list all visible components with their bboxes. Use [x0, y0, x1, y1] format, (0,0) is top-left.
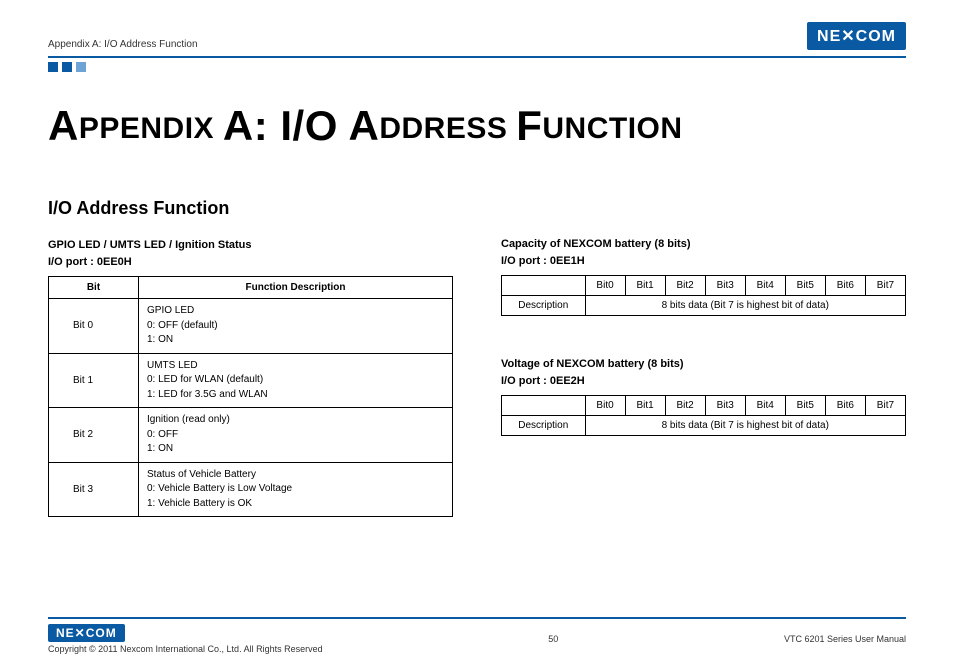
- table-header-desc: Function Description: [139, 277, 453, 299]
- table-row: Bit 1 UMTS LED 0: LED for WLAN (default)…: [49, 353, 453, 408]
- page-content: APPENDIX A: I/O ADDRESS FUNCTION I/O Add…: [48, 102, 906, 517]
- brand-logo: NE✕COM: [807, 22, 906, 50]
- gpio-subhead: GPIO LED / UMTS LED / Ignition Status I/…: [48, 237, 453, 270]
- table-header-bit: Bit: [49, 277, 139, 299]
- page-header: Appendix A: I/O Address Function NE✕COM: [48, 22, 906, 58]
- table-row: Bit 3 Status of Vehicle Battery 0: Vehic…: [49, 462, 453, 517]
- table-row: Bit 0 GPIO LED 0: OFF (default) 1: ON: [49, 299, 453, 354]
- capacity-table: Bit0 Bit1 Bit2 Bit3 Bit4 Bit5 Bit6 Bit7 …: [501, 275, 906, 316]
- capacity-subhead: Capacity of NEXCOM battery (8 bits) I/O …: [501, 236, 906, 269]
- gpio-table: Bit Function Description Bit 0 GPIO LED …: [48, 276, 453, 517]
- table-row: Bit 2 Ignition (read only) 0: OFF 1: ON: [49, 408, 453, 463]
- voltage-subhead: Voltage of NEXCOM battery (8 bits) I/O p…: [501, 356, 906, 389]
- left-column: I/O Address Function GPIO LED / UMTS LED…: [48, 198, 453, 517]
- right-column: Capacity of NEXCOM battery (8 bits) I/O …: [501, 198, 906, 517]
- footer-brand-logo: NE✕COM: [48, 624, 125, 642]
- page-footer: NE✕COM Copyright © 2011 Nexcom Internati…: [48, 617, 906, 654]
- decorative-squares: [48, 62, 906, 72]
- voltage-table: Bit0 Bit1 Bit2 Bit3 Bit4 Bit5 Bit6 Bit7 …: [501, 395, 906, 436]
- manual-name: VTC 6201 Series User Manual: [784, 634, 906, 644]
- page-number: 50: [548, 634, 558, 644]
- section-title: I/O Address Function: [48, 198, 453, 219]
- breadcrumb: Appendix A: I/O Address Function: [48, 39, 198, 50]
- copyright-text: Copyright © 2011 Nexcom International Co…: [48, 644, 323, 654]
- page-title: APPENDIX A: I/O ADDRESS FUNCTION: [48, 102, 906, 150]
